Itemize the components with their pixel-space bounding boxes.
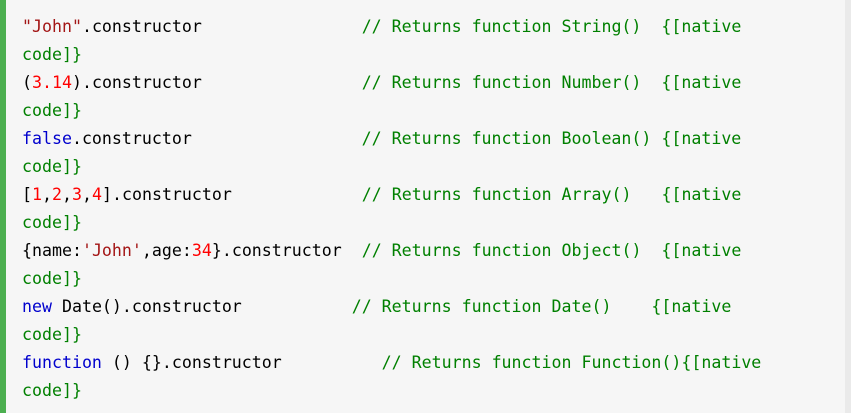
- number-token: 2: [52, 185, 62, 204]
- number-token: 3: [72, 185, 82, 204]
- code-token: .constructor: [71, 129, 362, 148]
- comment-token: // Returns function Boolean() {[native: [361, 129, 742, 148]
- code-line-wrap: code]}: [22, 97, 761, 125]
- code-line: function () {}.constructor // Returns fu…: [22, 349, 761, 377]
- code-token: (: [22, 73, 32, 92]
- comment-token: code]}: [22, 157, 82, 176]
- number-token: 4: [92, 185, 102, 204]
- code-block: "John".constructor // Returns function S…: [6, 0, 845, 413]
- code-listing: "John".constructor // Returns function S…: [22, 13, 761, 405]
- comment-token: code]}: [22, 381, 82, 400]
- code-token: Date().constructor: [51, 297, 352, 316]
- string-token: "John": [22, 17, 82, 36]
- code-line: new Date().constructor // Returns functi…: [22, 293, 761, 321]
- code-line: "John".constructor // Returns function S…: [22, 13, 761, 41]
- code-token: ,: [42, 185, 52, 204]
- number-token: 3.14: [32, 73, 72, 92]
- comment-token: // Returns function Number() {[native: [361, 73, 742, 92]
- comment-token: code]}: [22, 269, 82, 288]
- comment-token: // Returns function String() {[native: [361, 17, 742, 36]
- code-token: ].constructor: [102, 185, 362, 204]
- code-line-wrap: code]}: [22, 265, 761, 293]
- code-line: (3.14).constructor // Returns function N…: [22, 69, 761, 97]
- comment-token: // Returns function Array() {[native: [361, 185, 742, 204]
- comment-token: code]}: [22, 101, 82, 120]
- comment-token: code]}: [22, 325, 82, 344]
- comment-token: // Returns function Date() {[native: [351, 297, 732, 316]
- code-line: false.constructor // Returns function Bo…: [22, 125, 761, 153]
- keyword-token: new: [22, 297, 52, 316]
- code-line-wrap: code]}: [22, 153, 761, 181]
- code-line-wrap: code]}: [22, 209, 761, 237]
- comment-token: code]}: [22, 213, 82, 232]
- code-token: }.constructor: [211, 241, 362, 260]
- string-token: 'John': [81, 241, 142, 260]
- code-line-wrap: code]}: [22, 321, 761, 349]
- comment-token: code]}: [22, 45, 82, 64]
- code-token: {name:: [22, 241, 82, 260]
- number-token: 34: [191, 241, 212, 260]
- code-token: ,: [62, 185, 72, 204]
- code-token: .constructor: [81, 17, 362, 36]
- code-line: {name:'John',age:34}.constructor // Retu…: [22, 237, 761, 265]
- code-line-wrap: code]}: [22, 41, 761, 69]
- keyword-token: function: [22, 353, 102, 372]
- code-token: ,age:: [141, 241, 192, 260]
- comment-token: // Returns function Object() {[native: [361, 241, 742, 260]
- code-token: () {}.constructor: [101, 353, 382, 372]
- comment-token: // Returns function Function(){[native: [381, 353, 762, 372]
- code-line-wrap: code]}: [22, 377, 761, 405]
- code-token: ).constructor: [71, 73, 362, 92]
- code-token: ,: [82, 185, 92, 204]
- code-example-panel: "John".constructor // Returns function S…: [0, 0, 851, 413]
- number-token: 1: [32, 185, 42, 204]
- code-line: [1,2,3,4].constructor // Returns functio…: [22, 181, 761, 209]
- keyword-token: false: [22, 129, 72, 148]
- code-token: [: [22, 185, 32, 204]
- panel-right-edge: [845, 0, 851, 413]
